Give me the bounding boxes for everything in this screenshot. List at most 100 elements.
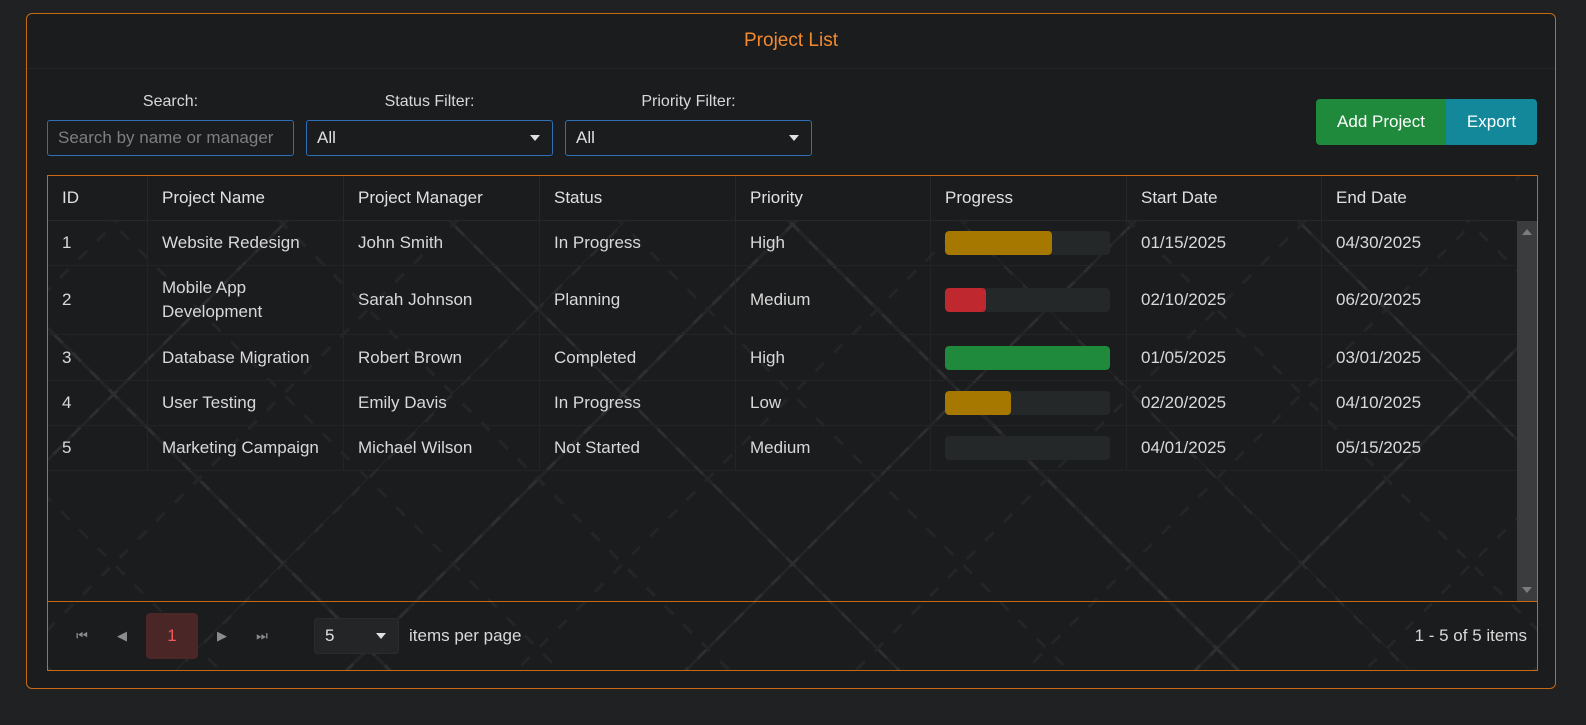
cell-id: 1 <box>48 221 148 265</box>
add-project-button[interactable]: Add Project <box>1316 99 1446 145</box>
table-row[interactable]: 2 Mobile App Development Sarah Johnson P… <box>48 266 1516 335</box>
search-input[interactable] <box>47 120 294 156</box>
table-row[interactable]: 5 Marketing Campaign Michael Wilson Not … <box>48 426 1516 471</box>
cell-progress <box>931 335 1127 380</box>
page-size-value: 5 <box>325 626 335 645</box>
cell-project-manager: John Smith <box>344 221 540 265</box>
page-title: Project List <box>744 30 838 51</box>
cell-id: 5 <box>48 426 148 470</box>
cell-project-name: Marketing Campaign <box>148 426 344 470</box>
column-header-progress[interactable]: Progress <box>931 176 1127 220</box>
cell-progress <box>931 221 1127 265</box>
cell-priority: High <box>736 335 931 380</box>
cell-project-manager: Robert Brown <box>344 335 540 380</box>
status-filter-select[interactable]: All <box>306 120 553 156</box>
vertical-scrollbar[interactable] <box>1517 221 1537 601</box>
next-page-button[interactable]: ▶ <box>202 613 242 659</box>
chevron-down-icon <box>376 633 386 639</box>
project-grid: ID Project Name Project Manager Status P… <box>47 175 1538 671</box>
column-header-id[interactable]: ID <box>48 176 148 220</box>
chevron-down-icon <box>789 135 799 141</box>
last-page-button[interactable]: ⏭ <box>242 613 282 659</box>
panel-header: Project List <box>27 14 1555 69</box>
cell-priority: Medium <box>736 266 931 334</box>
chevron-down-icon <box>530 135 540 141</box>
progress-bar <box>945 288 1110 312</box>
filter-bar: Search: Status Filter: All Priority Filt… <box>47 90 812 156</box>
table-row[interactable]: 4 User Testing Emily Davis In Progress L… <box>48 381 1516 426</box>
per-page-label: items per page <box>409 626 522 645</box>
progress-bar <box>945 436 1110 460</box>
status-filter-label: Status Filter: <box>384 93 475 110</box>
grid-body: 1 Website Redesign John Smith In Progres… <box>48 221 1516 471</box>
previous-page-button[interactable]: ◀ <box>102 613 142 659</box>
chevron-left-icon: ◀ <box>117 628 127 643</box>
progress-bar <box>945 345 1110 370</box>
progress-fill <box>945 231 1053 255</box>
column-header-priority[interactable]: Priority <box>736 176 931 220</box>
first-page-icon: ⏮ <box>76 628 88 643</box>
status-filter-value: All <box>317 128 336 147</box>
column-header-start-date[interactable]: Start Date <box>1127 176 1322 220</box>
cell-start-date: 02/10/2025 <box>1127 266 1322 334</box>
scroll-down-icon[interactable] <box>1522 587 1532 593</box>
column-header-project-name[interactable]: Project Name <box>148 176 344 220</box>
column-header-status[interactable]: Status <box>540 176 736 220</box>
cell-end-date: 03/01/2025 <box>1336 347 1422 367</box>
last-page-icon: ⏭ <box>256 628 268 643</box>
cell-project-manager: Sarah Johnson <box>344 266 540 334</box>
cell-id: 2 <box>48 266 148 334</box>
cell-project-name: Website Redesign <box>148 221 344 265</box>
cell-start-date: 04/01/2025 <box>1127 426 1322 470</box>
progress-fill <box>945 345 1110 370</box>
project-list-panel: Project List Search: Status Filter: All … <box>26 13 1556 689</box>
search-group: Search: <box>47 90 294 156</box>
pager-info: 1 - 5 of 5 items <box>1414 626 1527 645</box>
column-header-end-date[interactable]: End Date <box>1322 176 1516 220</box>
toolbar: Add Project Export <box>1316 99 1537 145</box>
scroll-up-icon[interactable] <box>1522 229 1532 235</box>
cell-priority: High <box>736 221 931 265</box>
page-number-current[interactable]: 1 <box>146 613 198 659</box>
pager: ⏮ ◀ 1 ▶ ⏭ 5 items per page 1 - 5 of 5 it… <box>48 601 1537 670</box>
table-row[interactable]: 1 Website Redesign John Smith In Progres… <box>48 221 1516 266</box>
priority-filter-select[interactable]: All <box>565 120 812 156</box>
cell-project-manager: Emily Davis <box>344 381 540 425</box>
progress-bar <box>945 231 1110 255</box>
cell-progress <box>931 266 1127 334</box>
progress-fill <box>945 288 987 312</box>
cell-progress <box>931 426 1127 470</box>
table-row[interactable]: 3 Database Migration Robert Brown Comple… <box>48 335 1516 381</box>
cell-end-date: 06/20/2025 <box>1336 290 1422 309</box>
cell-id: 3 <box>48 335 148 380</box>
page-size-select[interactable]: 5 <box>314 618 399 654</box>
cell-start-date: 01/15/2025 <box>1127 221 1322 265</box>
cell-status: In Progress <box>540 381 736 425</box>
cell-end-date: 04/30/2025 <box>1336 233 1422 252</box>
cell-project-name: User Testing <box>148 381 344 425</box>
cell-start-date: 01/05/2025 <box>1127 335 1322 380</box>
first-page-button[interactable]: ⏮ <box>62 613 102 659</box>
cell-id: 4 <box>48 381 148 425</box>
cell-status: Planning <box>540 266 736 334</box>
cell-progress <box>931 381 1127 425</box>
cell-end-date: 05/15/2025 <box>1336 438 1422 457</box>
cell-status: Completed <box>540 335 736 380</box>
cell-project-manager: Michael Wilson <box>344 426 540 470</box>
column-header-project-manager[interactable]: Project Manager <box>344 176 540 220</box>
cell-end-date: 04/10/2025 <box>1336 393 1422 412</box>
priority-filter-value: All <box>576 128 595 147</box>
progress-fill <box>945 391 1011 415</box>
cell-project-name: Database Migration <box>148 335 344 380</box>
priority-filter-label: Priority Filter: <box>641 93 736 110</box>
cell-status: In Progress <box>540 221 736 265</box>
search-label: Search: <box>142 93 199 110</box>
chevron-right-icon: ▶ <box>217 628 227 643</box>
cell-priority: Low <box>736 381 931 425</box>
cell-project-name: Mobile App Development <box>148 266 344 334</box>
cell-start-date: 02/20/2025 <box>1127 381 1322 425</box>
export-button[interactable]: Export <box>1446 99 1537 145</box>
cell-status: Not Started <box>540 426 736 470</box>
status-filter-group: Status Filter: All <box>306 90 553 156</box>
cell-priority: Medium <box>736 426 931 470</box>
